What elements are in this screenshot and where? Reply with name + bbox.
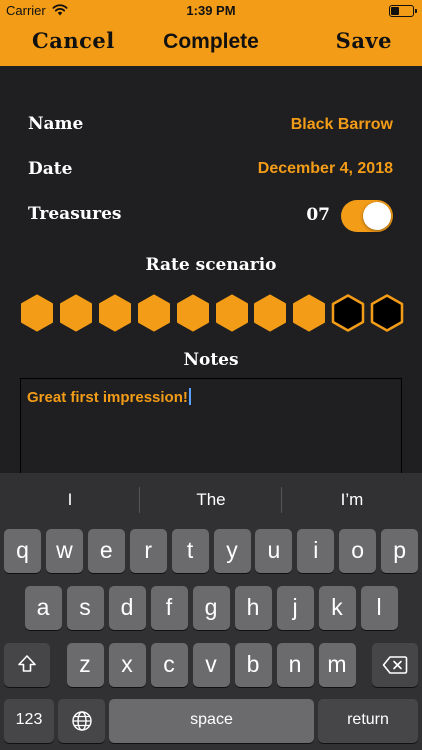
key-x[interactable]: x: [108, 643, 146, 687]
globe-icon: [71, 711, 92, 731]
rating-hexagon-6[interactable]: [215, 294, 249, 332]
key-v[interactable]: v: [192, 643, 230, 687]
key-a[interactable]: a: [24, 586, 62, 630]
key-o[interactable]: o: [339, 529, 377, 573]
key-s[interactable]: s: [66, 586, 104, 630]
key-g[interactable]: g: [192, 586, 230, 630]
rating-hexagon-9[interactable]: [331, 294, 365, 332]
rating-hexagon-5[interactable]: [176, 294, 210, 332]
text-cursor: [188, 388, 191, 405]
status-bar: Carrier 1:39 PM: [0, 0, 422, 22]
space-key[interactable]: space: [109, 699, 314, 743]
key-p[interactable]: p: [381, 529, 419, 573]
key-b[interactable]: b: [234, 643, 272, 687]
notes-textarea[interactable]: Great first impression!: [20, 378, 402, 478]
save-button[interactable]: Save: [336, 28, 392, 53]
date-value[interactable]: December 4, 2018: [258, 160, 393, 178]
key-z[interactable]: z: [66, 643, 104, 687]
rate-scenario-title: Rate scenario: [145, 255, 277, 275]
treasures-label: Treasures: [28, 204, 122, 224]
rating-hexagons: [20, 294, 404, 332]
battery-icon: [389, 5, 417, 17]
key-i[interactable]: i: [297, 529, 335, 573]
key-t[interactable]: t: [171, 529, 209, 573]
name-value[interactable]: Black Barrow: [291, 116, 393, 134]
name-label: Name: [28, 114, 84, 134]
notes-text: Great first impression!: [27, 388, 191, 406]
rating-hexagon-8[interactable]: [292, 294, 326, 332]
key-n[interactable]: n: [276, 643, 314, 687]
toggle-knob: [363, 202, 391, 230]
date-label: Date: [28, 159, 73, 179]
suggestion-bar: I The I’m: [0, 473, 422, 527]
keyboard: I The I’m 123 space return qwertyuiop asd…: [0, 473, 422, 750]
suggestion-3[interactable]: I’m: [282, 490, 422, 510]
navigation-bar: Cancel Complete Save: [0, 22, 422, 66]
suggestion-2[interactable]: The: [141, 490, 281, 510]
rating-hexagon-10[interactable]: [370, 294, 404, 332]
treasures-toggle[interactable]: [341, 200, 393, 232]
notes-title: Notes: [183, 350, 239, 370]
backspace-icon: [382, 656, 408, 674]
key-j[interactable]: j: [276, 586, 314, 630]
rating-hexagon-1[interactable]: [20, 294, 54, 332]
globe-key[interactable]: [58, 699, 105, 743]
key-u[interactable]: u: [255, 529, 293, 573]
treasures-count: 07: [306, 205, 330, 225]
key-w[interactable]: w: [45, 529, 83, 573]
key-d[interactable]: d: [108, 586, 146, 630]
key-k[interactable]: k: [318, 586, 356, 630]
key-y[interactable]: y: [213, 529, 251, 573]
key-r[interactable]: r: [129, 529, 167, 573]
key-m[interactable]: m: [318, 643, 356, 687]
key-c[interactable]: c: [150, 643, 188, 687]
backspace-key[interactable]: [372, 643, 418, 687]
key-e[interactable]: e: [87, 529, 125, 573]
rating-hexagon-7[interactable]: [253, 294, 287, 332]
suggestion-1[interactable]: I: [0, 490, 140, 510]
status-time: 1:39 PM: [186, 3, 236, 18]
suggestion-divider: [139, 487, 140, 513]
top-bar: Carrier 1:39 PM Cancel Complete Save: [0, 0, 422, 66]
shift-key[interactable]: [4, 643, 50, 687]
rating-hexagon-4[interactable]: [137, 294, 171, 332]
rating-hexagon-2[interactable]: [59, 294, 93, 332]
key-h[interactable]: h: [234, 586, 272, 630]
numbers-key[interactable]: 123: [4, 699, 54, 743]
return-key[interactable]: return: [318, 699, 418, 743]
key-q[interactable]: q: [4, 529, 41, 573]
key-f[interactable]: f: [150, 586, 188, 630]
key-l[interactable]: l: [360, 586, 398, 630]
shift-icon: [18, 655, 36, 672]
rating-hexagon-3[interactable]: [98, 294, 132, 332]
